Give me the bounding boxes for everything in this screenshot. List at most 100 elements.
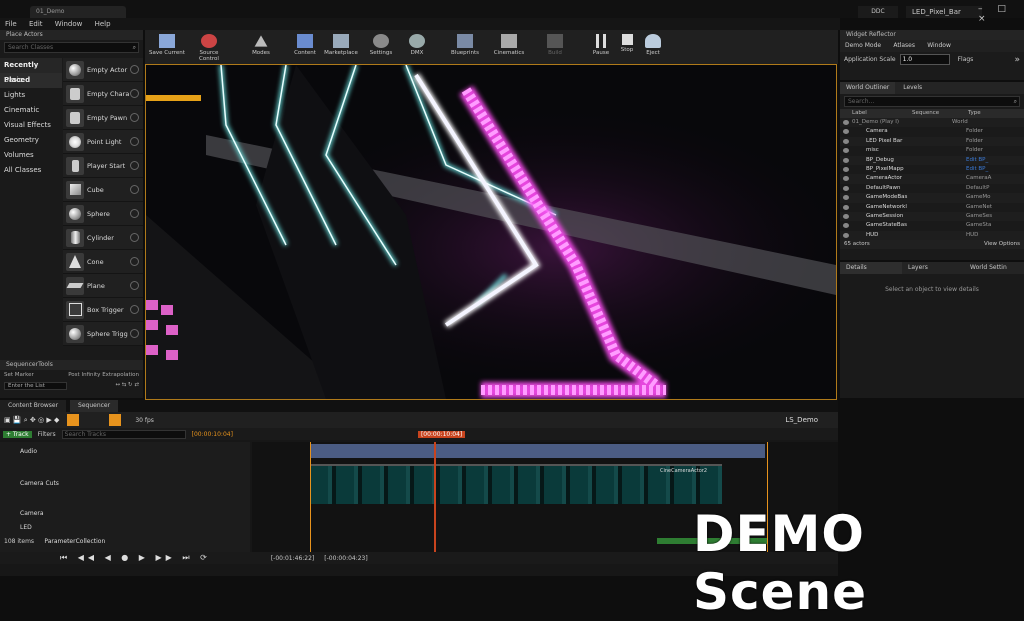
row-type[interactable]: Edit BP_ [966,156,1006,165]
category-all-classes[interactable]: All Classes [0,163,62,178]
actor-item-empty-character[interactable]: Empty Chara [63,82,143,106]
table-row[interactable]: GameSession GameSes [840,211,1024,222]
actor-item-empty-pawn[interactable]: Empty Pawn [63,106,143,130]
eye-icon[interactable] [843,204,849,210]
table-row[interactable]: GameNetworkl GameNet [840,203,1024,212]
playhead[interactable] [434,442,436,554]
table-row[interactable]: 01_Demo (Play I) World [840,118,1024,128]
menu-help[interactable]: Help [90,18,116,30]
help-icon[interactable] [130,305,139,314]
table-row[interactable]: DefaultPawn DefaultP [840,184,1024,193]
table-row[interactable]: GameStateBas GameSta [840,221,1024,230]
row-type[interactable]: Edit BP_ [966,165,1006,174]
actor-item-cube[interactable]: Cube [63,178,143,202]
actor-item-cylinder[interactable]: Cylinder [63,226,143,250]
flags-label[interactable]: Flags [958,56,974,63]
search-tracks-input[interactable]: Search Tracks [61,429,186,439]
actor-item-box-trigger[interactable]: Box Trigger [63,298,143,322]
dmx-button[interactable]: DMX [397,32,437,62]
blueprints-button[interactable]: Blueprints [445,32,485,62]
table-row[interactable]: CameraActor CameraA [840,174,1024,184]
actor-item-sphere-trigger[interactable]: Sphere Trigg [63,322,143,346]
help-icon[interactable] [130,113,139,122]
window-controls[interactable]: – □ × [978,4,1024,24]
fps-selector[interactable]: 30 fps [135,417,154,424]
eye-icon[interactable] [843,195,849,201]
menu-window[interactable]: Window [922,42,956,49]
playhead-time[interactable]: [00:00:10:04] [417,430,466,438]
cinematics-button[interactable]: Cinematics [489,32,529,62]
column-sequence[interactable]: Sequence [912,109,968,118]
menu-file[interactable]: File [0,18,22,30]
menu-atlases[interactable]: Atlases [888,42,920,49]
eye-icon[interactable] [843,232,849,238]
transport-buttons[interactable]: ⏮ ◀◀ ◀ ● ▶ ▶▶ ⏭ ⟳ [60,553,211,563]
tab-layers[interactable]: Layers [902,262,964,274]
tab-sequencer[interactable]: Sequencer [70,400,119,412]
document-tab[interactable]: 01_Demo [30,6,126,18]
range-start-marker[interactable] [310,442,311,554]
track-camera-cuts[interactable]: Camera Cuts [0,480,270,487]
help-icon[interactable] [130,281,139,290]
eye-icon[interactable] [843,213,849,219]
help-icon[interactable] [130,65,139,74]
level-viewport[interactable] [145,64,837,400]
eye-icon[interactable] [843,129,849,135]
application-scale-input[interactable]: 1.0 [899,54,950,65]
outliner-search-input[interactable]: Search... ⌕ [844,96,1020,107]
audio-waveform-clip[interactable] [310,444,765,458]
snap-icon[interactable] [67,414,80,426]
help-icon[interactable] [130,209,139,218]
ddc-indicator[interactable]: DDC [858,6,898,18]
start-time-field[interactable]: [-00:01:46:22] [271,555,314,562]
menu-window[interactable]: Window [50,18,88,30]
category-basic[interactable]: Basic [0,73,62,88]
help-icon[interactable] [130,161,139,170]
end-time-field[interactable]: [-00:00:04:23] [324,555,367,562]
view-options-button[interactable]: View Options [984,240,1020,249]
save-current-button[interactable]: Save Current [147,32,187,62]
magnet-icon[interactable] [109,414,122,426]
camera-cuts-clip[interactable]: CineCameraActor2 [310,464,722,504]
category-lights[interactable]: Lights [0,88,62,103]
filters-button[interactable]: Filters [38,431,56,438]
tab-details[interactable]: Details [840,262,902,274]
menu-demo-mode[interactable]: Demo Mode [840,42,886,49]
chevron-right-icon[interactable]: » [1014,55,1020,65]
tab-content-browser[interactable]: Content Browser [0,400,67,412]
sequencer-tool-icons[interactable]: ▣ 💾 ⌕ ✥ ◎ ▶ ◆ [4,416,59,425]
eye-icon[interactable] [843,185,849,191]
modes-button[interactable]: Modes [241,32,281,62]
actor-item-point-light[interactable]: Point Light [63,130,143,154]
table-row[interactable]: BP_Debug Edit BP_ [840,155,1024,165]
build-button[interactable]: Build [535,32,575,62]
actor-item-plane[interactable]: Plane [63,274,143,298]
category-geometry[interactable]: Geometry [0,133,62,148]
actor-item-sphere[interactable]: Sphere [63,202,143,226]
eye-icon[interactable] [843,223,849,229]
menu-edit[interactable]: Edit [24,18,48,30]
help-icon[interactable] [130,329,139,338]
eye-icon[interactable] [843,176,849,182]
table-row[interactable]: BP_PixelMapp Edit BP_ [840,165,1024,174]
category-visual-effects[interactable]: Visual Effects [0,118,62,133]
table-row[interactable]: LED Pixel Bar Folder [840,136,1024,147]
table-row[interactable]: Camera Folder [840,127,1024,136]
add-track-button[interactable]: + Track [3,430,32,438]
actor-item-cone[interactable]: Cone [63,250,143,274]
help-icon[interactable] [130,89,139,98]
eye-icon[interactable] [843,120,849,125]
marker-input[interactable]: Enter the List [4,382,67,390]
track-led[interactable]: LED [0,524,270,531]
track-audio[interactable]: Audio [0,448,270,455]
category-volumes[interactable]: Volumes [0,148,62,163]
track-camera[interactable]: Camera [0,510,270,517]
settings-button[interactable]: Settings [361,32,401,62]
extrapolation-icons[interactable]: ↔ ⇆ ↻ ⇄ [115,382,139,390]
eye-icon[interactable] [843,157,849,163]
content-button[interactable]: Content [285,32,325,62]
eye-icon[interactable] [843,138,849,144]
actor-item-player-start[interactable]: Player Start [63,154,143,178]
actor-item-empty-actor[interactable]: Empty Actor [63,58,143,82]
marketplace-button[interactable]: Marketplace [321,32,361,62]
